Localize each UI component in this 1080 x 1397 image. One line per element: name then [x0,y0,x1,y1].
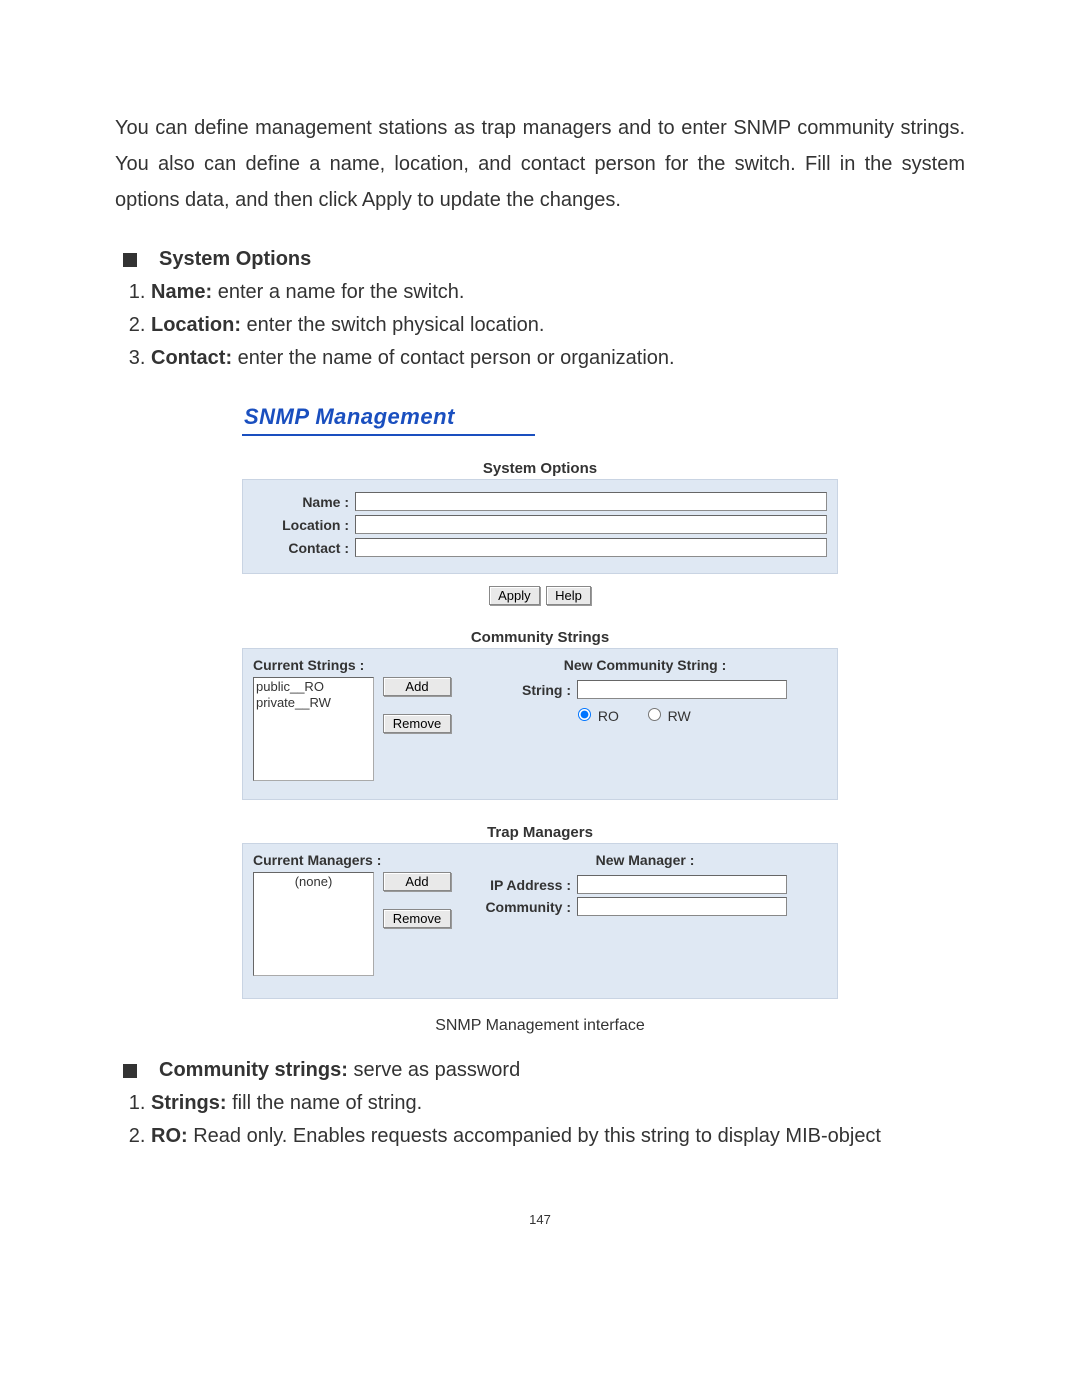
community-strings-heading: Community strings: serve as password [115,1059,965,1082]
contact-input[interactable] [355,538,827,557]
list-item: Strings: fill the name of string. [151,1088,965,1119]
list-item: RO: Read only. Enables requests accompan… [151,1121,965,1152]
system-options-panel-title: System Options [242,460,838,477]
rw-radio[interactable]: RW [643,708,691,724]
page-number: 147 [115,1212,965,1227]
ip-address-input[interactable] [577,875,787,894]
system-options-heading: System Options [115,248,965,271]
rw-radio-label: RW [668,708,691,724]
community-strings-rest: serve as password [348,1059,520,1081]
snmp-page-title: SNMP Management [242,404,535,436]
square-bullet-icon [123,253,137,267]
remove-string-button[interactable]: Remove [383,714,451,733]
system-options-list: Name: enter a name for the switch.Locati… [151,277,965,374]
managers-placeholder: (none) [256,874,371,890]
list-item: Contact: enter the name of contact perso… [151,343,965,374]
list-item: Location: enter the switch physical loca… [151,310,965,341]
snmp-management-panel: SNMP Management System Options Name : Lo… [242,404,838,999]
current-strings-listbox[interactable]: public__ROprivate__RW [253,677,374,781]
new-manager-head: New Manager : [463,852,827,868]
current-managers-listbox[interactable]: (none) [253,872,374,976]
string-label: String : [463,682,577,698]
community-label: Community : [463,899,577,915]
intro-paragraph: You can define management stations as tr… [115,110,965,218]
list-item[interactable]: public__RO [256,679,371,695]
trap-managers-title: Trap Managers [242,824,838,841]
square-bullet-icon [123,1064,137,1078]
community-input[interactable] [577,897,787,916]
location-label: Location : [253,517,355,533]
name-label: Name : [253,494,355,510]
remove-manager-button[interactable]: Remove [383,909,451,928]
ro-radio-label: RO [598,708,619,724]
community-strings-bold: Community strings: [159,1059,348,1081]
new-community-head: New Community String : [463,657,827,673]
current-managers-head: Current Managers : [253,852,463,868]
location-input[interactable] [355,515,827,534]
list-item[interactable]: private__RW [256,695,371,711]
figure-caption: SNMP Management interface [115,1017,965,1035]
contact-label: Contact : [253,540,355,556]
name-input[interactable] [355,492,827,511]
add-string-button[interactable]: Add [383,677,451,696]
list-item: Name: enter a name for the switch. [151,277,965,308]
community-strings-title: Community Strings [242,629,838,646]
system-options-title: System Options [159,248,311,271]
current-strings-head: Current Strings : [253,657,463,673]
string-input[interactable] [577,680,787,699]
help-button[interactable]: Help [546,586,591,605]
ip-address-label: IP Address : [463,877,577,893]
ro-radio[interactable]: RO [573,708,619,724]
apply-button[interactable]: Apply [489,586,540,605]
community-strings-list: Strings: fill the name of string.RO: Rea… [151,1088,965,1152]
add-manager-button[interactable]: Add [383,872,451,891]
